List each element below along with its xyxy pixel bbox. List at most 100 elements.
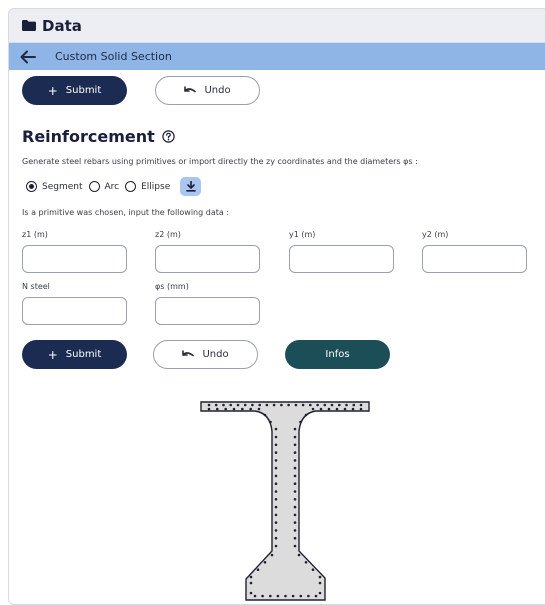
n-steel-input[interactable] bbox=[22, 297, 127, 325]
rebar-dot bbox=[299, 594, 303, 598]
cross-section-preview bbox=[200, 401, 370, 601]
arrow-left-icon[interactable] bbox=[20, 50, 36, 64]
rebar-dot bbox=[304, 413, 308, 417]
rebar-dot bbox=[222, 403, 225, 407]
rebar-dot bbox=[293, 529, 297, 532]
top-submit-button[interactable]: + Submit bbox=[22, 76, 127, 105]
rebar-dot bbox=[274, 490, 278, 493]
rebar-dot bbox=[269, 420, 272, 424]
rebar-dot bbox=[307, 594, 310, 598]
rebar-dot bbox=[274, 443, 278, 447]
rebar-dot bbox=[257, 407, 261, 411]
rebar-dot bbox=[318, 581, 322, 585]
rebar-dot bbox=[243, 403, 247, 407]
undo-button[interactable]: Undo bbox=[153, 340, 258, 369]
rebar-dot bbox=[293, 544, 297, 548]
undo-icon bbox=[182, 350, 195, 357]
z1-label: z1 (m) bbox=[22, 230, 48, 239]
rebar-dot bbox=[297, 553, 301, 557]
rebar-dot bbox=[318, 575, 322, 579]
rebar-dot bbox=[236, 403, 240, 407]
data-panel: Data Custom Solid Section + Submit Undo … bbox=[8, 8, 545, 605]
data-header: Data bbox=[9, 9, 545, 43]
rebar-dot bbox=[293, 490, 297, 493]
rebar-dot bbox=[293, 521, 297, 524]
undo-label: Undo bbox=[202, 349, 229, 360]
rebar-dot bbox=[304, 561, 308, 564]
rebar-dot bbox=[216, 407, 219, 411]
rebar-dot bbox=[265, 403, 269, 407]
plus-icon: + bbox=[47, 347, 58, 362]
rebar-dot bbox=[274, 521, 278, 524]
rebar-dot bbox=[274, 427, 278, 431]
rebar-dot bbox=[284, 594, 287, 598]
rebar-dot bbox=[241, 407, 244, 411]
z2-input[interactable] bbox=[155, 245, 260, 273]
rebar-dot bbox=[270, 553, 274, 557]
subheader-title: Custom Solid Section bbox=[55, 50, 172, 63]
infos-label: Infos bbox=[325, 349, 350, 360]
rebar-dot bbox=[276, 594, 280, 598]
y2-input[interactable] bbox=[422, 245, 527, 273]
rebar-dot bbox=[258, 403, 261, 407]
rebar-dot bbox=[249, 575, 253, 579]
rebar-dot bbox=[274, 466, 278, 470]
rebar-dot bbox=[274, 459, 278, 462]
rebar-dot bbox=[274, 474, 278, 478]
z1-input[interactable] bbox=[22, 245, 127, 273]
rebar-dot bbox=[251, 403, 254, 407]
top-submit-label: Submit bbox=[65, 85, 102, 96]
rebar-dot bbox=[207, 403, 211, 407]
phi-s-label: φs (mm) bbox=[155, 282, 189, 291]
rebar-dot bbox=[293, 466, 297, 470]
segment-label: Segment bbox=[42, 181, 83, 192]
rebar-dot bbox=[207, 407, 211, 411]
rebar-dot bbox=[311, 407, 315, 411]
rebar-dot bbox=[253, 594, 257, 598]
rebar-dot bbox=[293, 498, 297, 501]
rebar-dot bbox=[274, 513, 278, 517]
subheader-bar: Custom Solid Section bbox=[9, 43, 545, 70]
rebar-dot bbox=[269, 594, 272, 598]
rebar-dot bbox=[338, 403, 341, 407]
rebar-dot bbox=[316, 403, 319, 407]
rebar-dot bbox=[263, 413, 267, 417]
rebar-dot bbox=[274, 451, 278, 454]
rebar-dot bbox=[214, 403, 218, 407]
rebar-dot bbox=[274, 544, 278, 548]
rebar-dot bbox=[274, 435, 278, 439]
rebar-dot bbox=[294, 403, 298, 407]
segment-radio[interactable] bbox=[26, 181, 37, 192]
rebar-dot bbox=[335, 407, 339, 411]
rebar-dot bbox=[293, 435, 297, 439]
rebar-dot bbox=[293, 482, 297, 485]
rebar-dot bbox=[256, 568, 260, 571]
rebar-dot bbox=[249, 581, 253, 585]
y1-input[interactable] bbox=[289, 245, 394, 273]
plus-icon: + bbox=[47, 83, 58, 98]
submit-button[interactable]: + Submit bbox=[22, 340, 127, 369]
rebar-dot bbox=[249, 591, 253, 595]
phi-s-input[interactable] bbox=[155, 297, 260, 325]
import-button[interactable] bbox=[180, 177, 202, 196]
rebar-dot bbox=[330, 403, 334, 407]
rebar-dot bbox=[314, 594, 318, 598]
infos-button[interactable]: Infos bbox=[285, 340, 390, 369]
top-undo-button[interactable]: Undo bbox=[155, 76, 260, 105]
rebar-dot bbox=[293, 451, 297, 454]
rebar-dot bbox=[293, 443, 297, 447]
ellipse-radio[interactable] bbox=[125, 181, 137, 192]
rebar-dot bbox=[352, 403, 356, 407]
rebar-dot bbox=[323, 403, 327, 407]
submit-label: Submit bbox=[65, 349, 102, 360]
rebar-dot bbox=[311, 568, 315, 571]
rebar-dot bbox=[291, 594, 295, 598]
y2-label: y2 (m) bbox=[422, 230, 449, 239]
rebar-dot bbox=[229, 403, 232, 407]
arc-radio[interactable] bbox=[88, 181, 100, 192]
rebar-dot bbox=[249, 407, 252, 411]
rebar-dot bbox=[345, 403, 348, 407]
rebar-dot bbox=[293, 474, 297, 478]
question-circle-icon[interactable] bbox=[162, 130, 175, 143]
rebar-dot bbox=[359, 403, 363, 407]
